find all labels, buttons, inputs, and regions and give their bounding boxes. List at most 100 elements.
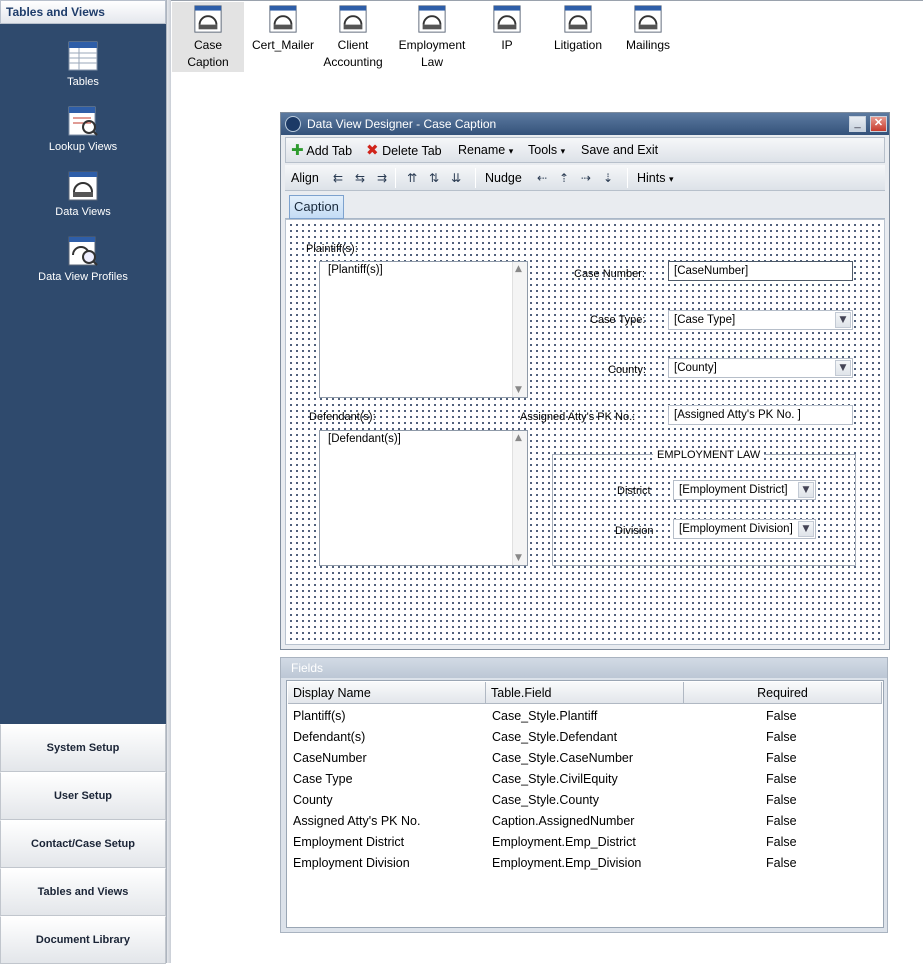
view-item-cert-mailer[interactable]: Cert_Mailer: [246, 2, 320, 54]
window-titlebar[interactable]: Data View Designer - Case Caption _ ✕: [281, 113, 889, 135]
left-navigation-panel: Tables and Views Tables Lookup Views Dat…: [0, 0, 166, 964]
close-button[interactable]: ✕: [870, 116, 887, 132]
design-canvas[interactable]: Plaintiff(s): [Plantiff(s)] ▲ ▼ Defendan…: [285, 219, 885, 645]
cell-display-name: Employment Division: [293, 856, 410, 870]
scroll-up-icon[interactable]: ▲: [515, 264, 522, 274]
cell-table-field: Case_Style.CaseNumber: [492, 751, 634, 765]
delete-tab-button[interactable]: ✖ Delete Tab: [366, 141, 442, 160]
scroll-down-icon[interactable]: ▼: [515, 385, 522, 395]
nav-item-lookup-views[interactable]: Lookup Views: [0, 105, 166, 153]
fields-panel: Fields Display Name Table.Field Required…: [280, 657, 888, 933]
plaintiffs-memo[interactable]: [Plantiff(s)] ▲ ▼: [319, 261, 528, 398]
view-item-client-accounting[interactable]: Client Accounting: [318, 2, 388, 71]
nudge-down-icon[interactable]: ⇣: [599, 170, 617, 186]
nav-button-contact-case-setup[interactable]: Contact/Case Setup: [0, 820, 166, 868]
table-row[interactable]: Employment Division Employment.Emp_Divis…: [287, 853, 883, 874]
defendants-value: [Defendant(s)]: [328, 433, 401, 445]
cell-table-field: Case_Style.County: [492, 793, 600, 807]
nav-item-data-views[interactable]: Data Views: [0, 170, 166, 218]
nav-button-tables-and-views[interactable]: Tables and Views: [0, 868, 166, 916]
cell-table-field: Employment.Emp_District: [492, 835, 636, 849]
align-center-icon[interactable]: ⇆: [351, 170, 369, 186]
cell-table-field: Case_Style.Defendant: [492, 730, 618, 744]
defendants-memo[interactable]: [Defendant(s)] ▲ ▼: [319, 430, 528, 566]
cell-required: False: [766, 856, 797, 870]
column-header-table-field[interactable]: Table.Field: [486, 682, 684, 704]
layout-toolbar: Align ⇇ ⇆ ⇉ ⇈ ⇅ ⇊ Nudge ⇠ ⇡ ⇢ ⇣ Hints ▾: [285, 165, 885, 191]
data-view-icon: [418, 5, 446, 33]
nav-item-tables[interactable]: Tables: [0, 40, 166, 88]
table-icon: [68, 41, 98, 71]
scroll-down-icon[interactable]: ▼: [515, 553, 522, 563]
chevron-down-icon[interactable]: ▼: [835, 312, 851, 328]
column-header-required[interactable]: Required: [684, 682, 882, 704]
cell-display-name: Case Type: [293, 772, 353, 786]
vertical-scrollbar[interactable]: ▲ ▼: [512, 431, 527, 565]
view-item-employment-law[interactable]: Employment Law: [394, 2, 470, 71]
dropdown-arrow-icon: ▾: [508, 147, 514, 157]
table-row[interactable]: Case Type Case_Style.CivilEquity False: [287, 769, 883, 790]
division-select[interactable]: [Employment Division] ▼: [673, 519, 816, 539]
table-row[interactable]: County Case_Style.County False: [287, 790, 883, 811]
table-row[interactable]: Plantiff(s) Case_Style.Plantiff False: [287, 706, 883, 727]
tab-caption[interactable]: Caption: [289, 195, 344, 219]
rename-menu[interactable]: Rename ▾: [458, 141, 513, 161]
view-item-case-caption[interactable]: Case Caption: [172, 2, 244, 72]
case-type-select[interactable]: [Case Type] ▼: [668, 310, 853, 330]
case-number-field[interactable]: [CaseNumber]: [668, 261, 853, 281]
scroll-up-icon[interactable]: ▲: [515, 433, 522, 443]
chevron-down-icon[interactable]: ▼: [798, 521, 814, 537]
toolbar-separator: [395, 168, 396, 188]
district-select[interactable]: [Employment District] ▼: [673, 480, 816, 500]
county-select[interactable]: [County] ▼: [668, 358, 853, 378]
view-label: Mailings: [625, 38, 670, 52]
dropdown-arrow-icon: ▾: [560, 147, 566, 157]
nav-icon-area: Tables Lookup Views Data Views Data View…: [0, 24, 166, 724]
lookup-view-icon: [68, 106, 98, 136]
assigned-atty-label: Assigned Atty's PK No.:: [520, 411, 636, 423]
nav-item-label: Tables: [67, 76, 99, 88]
nudge-right-icon[interactable]: ⇢: [577, 170, 595, 186]
view-item-mailings[interactable]: Mailings: [618, 2, 678, 54]
minimize-button[interactable]: _: [849, 116, 866, 132]
cell-table-field: Employment.Emp_Division: [492, 856, 642, 870]
save-and-exit-button[interactable]: Save and Exit: [581, 141, 658, 159]
app-icon: [285, 116, 301, 132]
table-row[interactable]: Employment District Employment.Emp_Distr…: [287, 832, 883, 853]
view-label: Litigation: [553, 38, 603, 52]
nav-button-document-library[interactable]: Document Library: [0, 916, 166, 964]
table-row[interactable]: Defendant(s) Case_Style.Defendant False: [287, 727, 883, 748]
column-header-display-name[interactable]: Display Name: [288, 682, 486, 704]
nav-button-system-setup[interactable]: System Setup: [0, 724, 166, 772]
nav-button-user-setup[interactable]: User Setup: [0, 772, 166, 820]
add-tab-button[interactable]: ✚ Add Tab: [291, 141, 352, 160]
align-right-icon[interactable]: ⇉: [373, 170, 391, 186]
chevron-down-icon[interactable]: ▼: [835, 360, 851, 376]
data-view-icon: [493, 5, 521, 33]
table-row[interactable]: Assigned Atty's PK No. Caption.AssignedN…: [287, 811, 883, 832]
designer-tab-strip: Caption: [285, 193, 885, 219]
tools-menu[interactable]: Tools ▾: [528, 141, 565, 161]
county-value: [County]: [674, 362, 717, 374]
nav-item-label: Data View Profiles: [38, 271, 128, 283]
view-item-litigation[interactable]: Litigation: [546, 2, 610, 54]
fields-grid[interactable]: Display Name Table.Field Required Planti…: [286, 680, 884, 928]
nudge-up-icon[interactable]: ⇡: [555, 170, 573, 186]
align-bottom-icon[interactable]: ⇊: [447, 170, 465, 186]
align-top-icon[interactable]: ⇈: [403, 170, 421, 186]
chevron-down-icon[interactable]: ▼: [798, 482, 814, 498]
align-middle-icon[interactable]: ⇅: [425, 170, 443, 186]
data-view-icon: [269, 5, 297, 33]
cell-required: False: [766, 730, 797, 744]
assigned-atty-field[interactable]: [Assigned Atty's PK No. ]: [668, 405, 853, 425]
nav-item-data-view-profiles[interactable]: Data View Profiles: [0, 235, 166, 283]
hints-menu[interactable]: Hints ▾: [637, 169, 674, 189]
align-left-icon[interactable]: ⇇: [329, 170, 347, 186]
vertical-scrollbar[interactable]: ▲ ▼: [512, 262, 527, 397]
nudge-left-icon[interactable]: ⇠: [533, 170, 551, 186]
divider: [171, 0, 923, 1]
district-label: District: [617, 485, 651, 497]
panel-splitter[interactable]: [166, 0, 171, 963]
view-item-ip[interactable]: IP: [486, 2, 528, 54]
table-row[interactable]: CaseNumber Case_Style.CaseNumber False: [287, 748, 883, 769]
